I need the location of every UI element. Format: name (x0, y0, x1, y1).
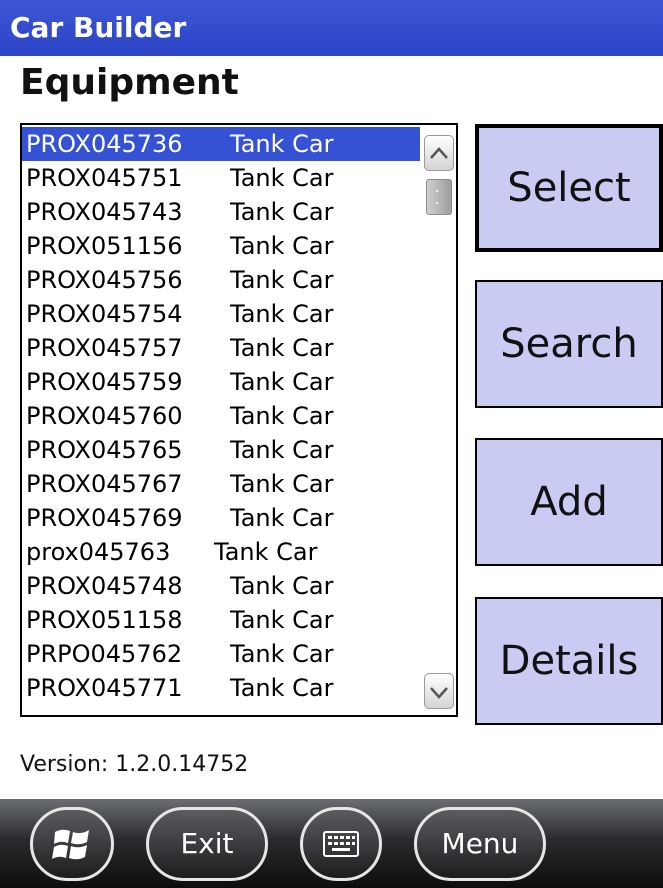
equipment-list-rows: PROX045736 Tank Car PROX045751 Tank Car PROX… (22, 127, 420, 705)
equipment-type: Tank Car (230, 572, 334, 600)
equipment-type: Tank Car (230, 470, 334, 498)
list-item[interactable]: PROX045751 Tank Car (22, 161, 420, 195)
scroll-thumb[interactable] (426, 179, 452, 215)
equipment-id: PROX045743 (26, 198, 183, 226)
equipment-id: PROX045756 (26, 266, 183, 294)
equipment-id: PROX045771 (26, 674, 183, 702)
list-item[interactable]: PROX045756 Tank Car (22, 263, 420, 297)
page-title: Equipment (20, 62, 239, 103)
list-item[interactable]: PROX045743 Tank Car (22, 195, 420, 229)
start-button[interactable] (30, 807, 114, 881)
add-button[interactable]: Add (475, 438, 663, 566)
search-button[interactable]: Search (475, 280, 663, 408)
version-label: Version: 1.2.0.14752 (20, 752, 249, 777)
list-item[interactable]: PROX045736 Tank Car (22, 127, 420, 161)
keyboard-button[interactable] (300, 807, 382, 881)
equipment-id: PROX045760 (26, 402, 183, 430)
list-item[interactable]: PROX045767 Tank Car (22, 467, 420, 501)
list-item[interactable]: PROX051156 Tank Car (22, 229, 420, 263)
list-item[interactable]: PROX045760 Tank Car (22, 399, 420, 433)
menu-button[interactable]: Menu (414, 807, 546, 881)
equipment-type: Tank Car (230, 130, 334, 158)
equipment-id: PROX045748 (26, 572, 183, 600)
equipment-type: Tank Car (230, 266, 334, 294)
equipment-type: Tank Car (214, 538, 318, 566)
app-title-bar: Car Builder (0, 0, 663, 56)
list-item[interactable]: PRPO045762 Tank Car (22, 637, 420, 671)
equipment-id: PROX045765 (26, 436, 183, 464)
equipment-type: Tank Car (230, 198, 334, 226)
equipment-id: PROX045767 (26, 470, 183, 498)
scrollbar[interactable] (420, 125, 456, 715)
equipment-type: Tank Car (230, 164, 334, 192)
list-item[interactable]: PROX045757 Tank Car (22, 331, 420, 365)
equipment-id: PRPO045762 (26, 640, 183, 668)
equipment-type: Tank Car (230, 674, 334, 702)
equipment-type: Tank Car (230, 232, 334, 260)
exit-button[interactable]: Exit (146, 807, 268, 881)
equipment-type: Tank Car (230, 606, 334, 634)
equipment-id: PROX045757 (26, 334, 183, 362)
list-item[interactable]: PROX045748 Tank Car (22, 569, 420, 603)
equipment-type: Tank Car (230, 334, 334, 362)
scroll-up-button[interactable] (424, 135, 454, 171)
list-item[interactable]: prox045763 Tank Car (22, 535, 420, 569)
equipment-id: PROX045769 (26, 504, 183, 532)
select-button[interactable]: Select (475, 124, 663, 252)
chevron-down-icon (430, 687, 448, 699)
equipment-id: PROX045736 (26, 130, 183, 158)
list-item[interactable]: PROX045771 Tank Car (22, 671, 420, 705)
equipment-id: PROX051156 (26, 232, 183, 260)
grip-line (436, 190, 446, 192)
list-item[interactable]: PROX045754 Tank Car (22, 297, 420, 331)
equipment-type: Tank Car (230, 436, 334, 464)
equipment-type: Tank Car (230, 300, 334, 328)
taskbar: Exit Menu (0, 799, 663, 888)
keyboard-icon (323, 831, 359, 857)
scroll-down-button[interactable] (424, 673, 454, 709)
equipment-type: Tank Car (230, 504, 334, 532)
equipment-id: PROX045759 (26, 368, 183, 396)
list-item[interactable]: PROX045765 Tank Car (22, 433, 420, 467)
equipment-id: prox045763 (26, 538, 171, 566)
equipment-list[interactable]: PROX045736 Tank Car PROX045751 Tank Car PROX… (20, 123, 458, 717)
equipment-type: Tank Car (230, 368, 334, 396)
list-item[interactable]: PROX045769 Tank Car (22, 501, 420, 535)
grip-line (436, 202, 446, 204)
details-button[interactable]: Details (475, 597, 663, 725)
equipment-id: PROX045754 (26, 300, 183, 328)
windows-logo-icon (52, 829, 89, 860)
equipment-type: Tank Car (230, 402, 334, 430)
chevron-up-icon (430, 147, 448, 159)
app-title: Car Builder (10, 11, 187, 44)
equipment-type: Tank Car (230, 640, 334, 668)
list-item[interactable]: PROX051158 Tank Car (22, 603, 420, 637)
equipment-id: PROX045751 (26, 164, 183, 192)
list-item[interactable]: PROX045759 Tank Car (22, 365, 420, 399)
equipment-id: PROX051158 (26, 606, 183, 634)
